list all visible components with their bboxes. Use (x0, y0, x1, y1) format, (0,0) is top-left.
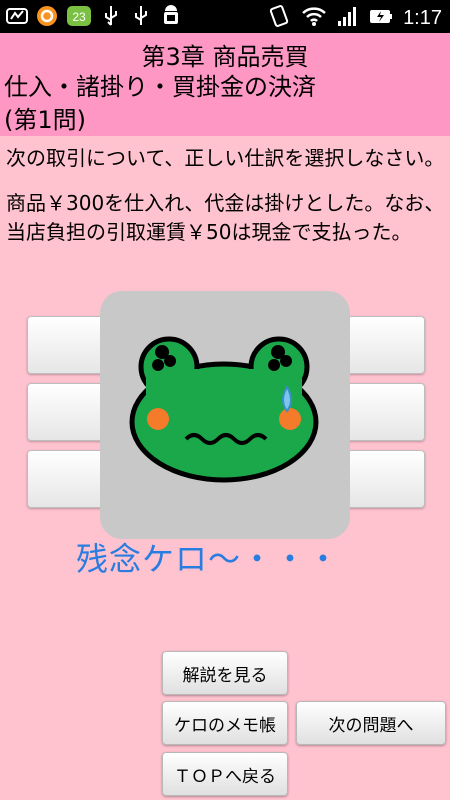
section-title: 仕入・諸掛り・買掛金の決済 (第1問) (4, 71, 316, 137)
memo-button[interactable]: ケロのメモ帳 (162, 701, 288, 745)
result-popup (100, 291, 350, 539)
result-message: 残念ケロ～・・・ (76, 540, 341, 578)
sad-frog-icon (124, 327, 324, 491)
battery-icon (369, 5, 393, 31)
usb-icon (130, 5, 152, 27)
section-title-line1: 仕入・諸掛り・買掛金の決済 (4, 73, 316, 101)
question-body: 商品￥300を仕入れ、代金は掛けとした。なお、当店負担の引取運賃￥50は現金で支… (6, 191, 445, 244)
signal-icon (337, 5, 359, 31)
chapter-title: 第3章 商品売買 (141, 43, 309, 71)
status-bar: 23 1:17 (0, 0, 450, 33)
next-question-button[interactable]: 次の問題へ (296, 701, 446, 745)
explanation-button[interactable]: 解説を見る (162, 651, 288, 695)
question-intro: 次の取引について、正しい仕訳を選択しなさい。 (6, 146, 445, 170)
section-title-line2: (第1問) (4, 106, 86, 134)
question-text: 次の取引について、正しい仕訳を選択しなさい。 商品￥300を仕入れ、代金は掛けと… (6, 144, 446, 247)
top-button[interactable]: ＴＯＰへ戻る (162, 752, 288, 796)
app-icon (36, 5, 58, 27)
android-debug-icon (160, 5, 182, 27)
rotation-icon (267, 4, 291, 32)
clock: 1:17 (403, 6, 442, 29)
usb-icon (100, 5, 122, 27)
notification-count: 23 (72, 10, 86, 24)
badge-icon: 23 (66, 5, 92, 27)
header: 第3章 商品売買 仕入・諸掛り・買掛金の決済 (第1問) (0, 33, 450, 136)
notification-icon (6, 5, 28, 27)
wifi-icon (301, 5, 327, 31)
